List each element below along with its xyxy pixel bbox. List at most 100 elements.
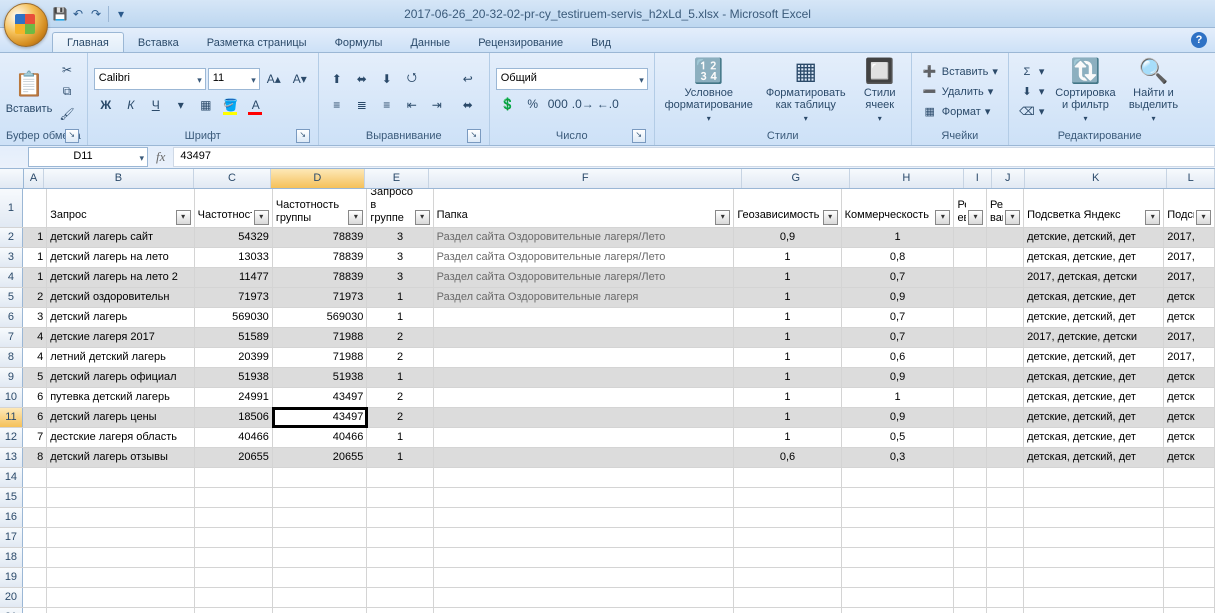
shrink-font-icon[interactable]: A▾ bbox=[288, 67, 312, 91]
cell[interactable] bbox=[434, 488, 735, 507]
cell[interactable]: 0,9 bbox=[842, 368, 955, 387]
cell[interactable]: 2017, bbox=[1164, 228, 1215, 247]
cell[interactable]: дестские лагеря область bbox=[47, 428, 194, 447]
cell[interactable] bbox=[987, 248, 1024, 267]
cell[interactable]: 1 bbox=[734, 328, 841, 347]
cell[interactable] bbox=[23, 568, 47, 587]
office-button[interactable] bbox=[4, 3, 48, 47]
cell[interactable] bbox=[987, 548, 1024, 567]
comma-icon[interactable]: 000 bbox=[546, 92, 570, 116]
header-cell-G[interactable]: Геозависимость▾ bbox=[734, 189, 841, 227]
cell[interactable] bbox=[434, 608, 735, 613]
cell[interactable]: детская, детские, дет bbox=[1024, 428, 1164, 447]
font-color-button[interactable]: A bbox=[244, 93, 268, 117]
cell[interactable]: 18506 bbox=[195, 408, 273, 427]
paste-button[interactable]: 📋 Вставить bbox=[6, 59, 52, 125]
cell[interactable]: детская, детские, дет bbox=[1024, 388, 1164, 407]
cell[interactable] bbox=[434, 448, 735, 467]
cell[interactable]: 1 bbox=[734, 288, 841, 307]
cell[interactable] bbox=[1164, 588, 1215, 607]
cell[interactable]: детская, детский, дет bbox=[1024, 448, 1164, 467]
cell[interactable] bbox=[273, 468, 368, 487]
cell[interactable]: 3 bbox=[367, 268, 433, 287]
align-middle-icon[interactable]: ⬌ bbox=[350, 67, 374, 91]
cell[interactable] bbox=[195, 528, 273, 547]
rowhead[interactable]: 21 bbox=[0, 608, 23, 613]
cell[interactable] bbox=[734, 508, 841, 527]
align-left-icon[interactable]: ≡ bbox=[325, 93, 349, 117]
cell[interactable] bbox=[734, 608, 841, 613]
cell[interactable] bbox=[367, 608, 433, 613]
header-cell-H[interactable]: Коммерческость▾ bbox=[842, 189, 955, 227]
cell[interactable] bbox=[734, 488, 841, 507]
cell[interactable] bbox=[47, 528, 194, 547]
cell[interactable]: 0,3 bbox=[842, 448, 955, 467]
cell[interactable] bbox=[434, 348, 735, 367]
percent-icon[interactable]: % bbox=[521, 92, 545, 116]
header-cell-C[interactable]: Частотность▾ bbox=[195, 189, 273, 227]
cell[interactable]: детский лагерь цены bbox=[47, 408, 194, 427]
cell[interactable]: 2 bbox=[23, 288, 47, 307]
rowhead[interactable]: 7 bbox=[0, 328, 23, 347]
underline-dd-icon[interactable]: ▾ bbox=[169, 93, 193, 117]
rowhead[interactable]: 11 bbox=[0, 408, 23, 427]
cell[interactable] bbox=[842, 468, 955, 487]
header-cell-I[interactable]: Рел ев▾ bbox=[954, 189, 987, 227]
cell[interactable]: 1 bbox=[734, 248, 841, 267]
cell[interactable]: 0,9 bbox=[842, 288, 955, 307]
rowhead[interactable]: 13 bbox=[0, 448, 23, 467]
cell[interactable]: 6 bbox=[23, 408, 47, 427]
cell[interactable] bbox=[195, 588, 273, 607]
colhead-K[interactable]: K bbox=[1025, 169, 1168, 188]
cell[interactable]: 0,5 bbox=[842, 428, 955, 447]
cell[interactable]: детск bbox=[1164, 388, 1215, 407]
cell[interactable] bbox=[195, 548, 273, 567]
rowhead[interactable]: 5 bbox=[0, 288, 23, 307]
cell[interactable]: 1 bbox=[734, 308, 841, 327]
rowhead[interactable]: 20 bbox=[0, 588, 23, 607]
cond-format-button[interactable]: 🔢Условное форматирование▾ bbox=[661, 59, 757, 125]
cell[interactable] bbox=[1164, 608, 1215, 613]
cell[interactable] bbox=[842, 528, 955, 547]
cell[interactable]: детский лагерь официал bbox=[47, 368, 194, 387]
cell[interactable]: 71973 bbox=[195, 288, 273, 307]
cell[interactable] bbox=[987, 448, 1024, 467]
cell[interactable]: летний детский лагерь bbox=[47, 348, 194, 367]
colhead-C[interactable]: C bbox=[194, 169, 271, 188]
cell[interactable]: 51589 bbox=[195, 328, 273, 347]
cell[interactable]: детские, детский, дет bbox=[1024, 348, 1164, 367]
dialog-launcher-icon[interactable]: ↘ bbox=[296, 129, 310, 143]
cell[interactable] bbox=[954, 608, 987, 613]
cell[interactable]: Раздел сайта Оздоровительные лагеря/Лето bbox=[434, 268, 735, 287]
cell[interactable]: Раздел сайта Оздоровительные лагеря/Лето bbox=[434, 228, 735, 247]
cell[interactable] bbox=[434, 328, 735, 347]
cell[interactable]: 1 bbox=[734, 368, 841, 387]
cell[interactable]: 1 bbox=[734, 388, 841, 407]
cell[interactable] bbox=[987, 568, 1024, 587]
cell[interactable]: 24991 bbox=[195, 388, 273, 407]
cell[interactable]: 0,6 bbox=[734, 448, 841, 467]
cell[interactable]: 43497 bbox=[273, 408, 368, 427]
cell[interactable] bbox=[734, 548, 841, 567]
rowhead[interactable]: 4 bbox=[0, 268, 23, 287]
save-icon[interactable]: 💾 bbox=[52, 6, 68, 22]
cell[interactable] bbox=[47, 608, 194, 613]
cell[interactable] bbox=[954, 268, 987, 287]
indent-inc-icon[interactable]: ⇥ bbox=[425, 93, 449, 117]
rowhead[interactable]: 15 bbox=[0, 488, 23, 507]
align-top-icon[interactable]: ⬆ bbox=[325, 67, 349, 91]
cell[interactable] bbox=[954, 568, 987, 587]
cell[interactable]: 20655 bbox=[273, 448, 368, 467]
cell[interactable] bbox=[987, 528, 1024, 547]
cell[interactable] bbox=[47, 508, 194, 527]
cell[interactable] bbox=[954, 428, 987, 447]
filter-button[interactable]: ▾ bbox=[935, 210, 950, 225]
redo-icon[interactable]: ↷ bbox=[88, 6, 104, 22]
cell[interactable] bbox=[195, 608, 273, 613]
bold-button[interactable]: Ж bbox=[94, 93, 118, 117]
cell[interactable] bbox=[367, 528, 433, 547]
dialog-launcher-icon[interactable]: ↘ bbox=[65, 129, 79, 143]
filter-button[interactable]: ▾ bbox=[823, 210, 838, 225]
cell[interactable]: детские, детский, дет bbox=[1024, 408, 1164, 427]
cell[interactable]: детск bbox=[1164, 408, 1215, 427]
